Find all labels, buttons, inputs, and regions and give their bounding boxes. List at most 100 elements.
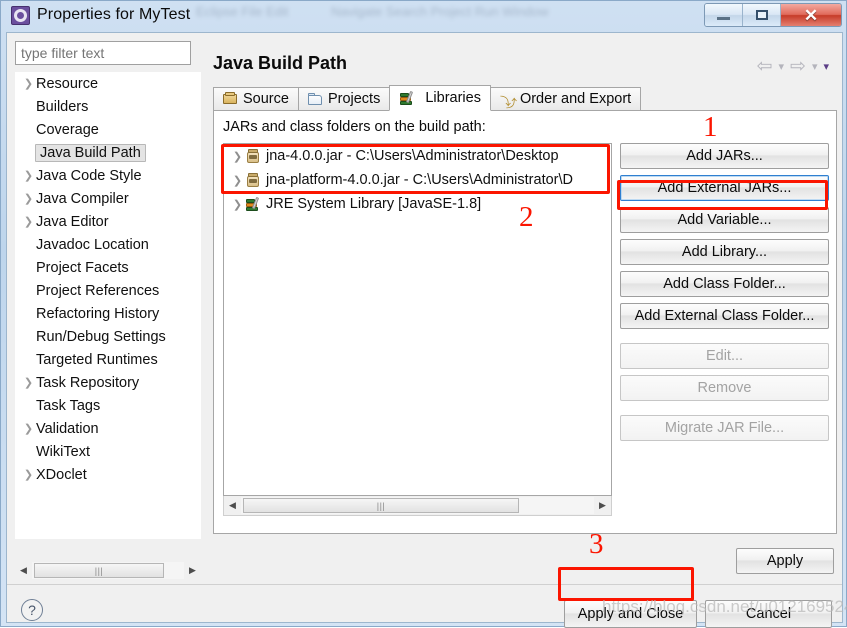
jars-horizontal-scrollbar[interactable]: ◀ ||| ▶ — [223, 496, 612, 516]
jars-list[interactable]: ❯ jna-4.0.0.jar - C:\Users\Administrator\… — [223, 143, 612, 496]
tab-projects[interactable]: Projects — [297, 87, 391, 111]
build-path-tabs: Source Projects Libraries ⤵ ⤴ Order and Expor… — [213, 85, 837, 111]
sidebar-item-task-tags[interactable]: Task Tags — [15, 394, 201, 417]
sidebar-item-targeted-runtimes[interactable]: Targeted Runtimes — [15, 348, 201, 371]
expand-arrow-icon[interactable]: ❯ — [21, 468, 36, 481]
sidebar-item-wikitext[interactable]: WikiText — [15, 440, 201, 463]
apply-button[interactable]: Apply — [736, 548, 834, 574]
sidebar-item-java-code-style[interactable]: ❯ Java Code Style — [15, 164, 201, 187]
tree-scroll-track[interactable]: ||| — [32, 562, 184, 579]
add-external-class-folder-button[interactable]: Add External Class Folder... — [620, 303, 829, 329]
sidebar-item-xdoclet[interactable]: ❯ XDoclet — [15, 463, 201, 486]
back-dropdown-icon[interactable]: ▾ — [778, 60, 784, 73]
expand-arrow-icon[interactable]: ❯ — [21, 192, 36, 205]
add-variable-button[interactable]: Add Variable... — [620, 207, 829, 233]
minimize-icon — [717, 17, 730, 20]
jars-scroll-left-arrow-icon[interactable]: ◀ — [224, 497, 241, 514]
filter-text-input[interactable] — [15, 41, 191, 65]
sidebar-item-run-debug-settings[interactable]: Run/Debug Settings — [15, 325, 201, 348]
sidebar-item-task-repository[interactable]: ❯ Task Repository — [15, 371, 201, 394]
add-class-folder-button[interactable]: Add Class Folder... — [620, 271, 829, 297]
back-arrow-icon[interactable]: ⇦ — [757, 55, 773, 78]
forward-dropdown-icon[interactable]: ▾ — [812, 60, 818, 73]
expand-arrow-icon[interactable]: ❯ — [21, 422, 36, 435]
jars-list-item[interactable]: ❯ jna-4.0.0.jar - C:\Users\Administrator\… — [224, 144, 611, 168]
maximize-restore-button[interactable] — [743, 4, 781, 26]
add-external-jars-button[interactable]: Add External JARs... — [620, 175, 829, 201]
sidebar-item-project-references[interactable]: Project References — [15, 279, 201, 302]
button-group-spacer — [620, 335, 829, 343]
close-button[interactable]: ✕ — [781, 4, 841, 26]
scroll-right-arrow-icon[interactable]: ▶ — [184, 562, 201, 579]
properties-window-icon — [11, 6, 30, 25]
tree-horizontal-scrollbar[interactable]: ◀ ||| ▶ — [15, 561, 201, 580]
tab-label: Source — [243, 91, 289, 107]
sidebar-item-java-editor[interactable]: ❯ Java Editor — [15, 210, 201, 233]
jars-scroll-track[interactable]: ||| — [241, 497, 594, 514]
grip-icon: ||| — [94, 565, 104, 576]
remove-button: Remove — [620, 375, 829, 401]
books-icon — [399, 90, 415, 106]
sidebar-item-javadoc-location[interactable]: Javadoc Location — [15, 233, 201, 256]
scroll-left-arrow-icon[interactable]: ◀ — [15, 562, 32, 579]
restore-icon — [755, 10, 768, 20]
expand-arrow-icon[interactable]: ❯ — [230, 174, 245, 187]
jars-scroll-right-arrow-icon[interactable]: ▶ — [594, 497, 611, 514]
forward-arrow-icon[interactable]: ⇨ — [790, 55, 806, 78]
sidebar-item-label: Java Code Style — [36, 167, 142, 184]
sidebar-item-java-compiler[interactable]: ❯ Java Compiler — [15, 187, 201, 210]
tab-label: Order and Export — [519, 91, 632, 107]
background-window-ghost-text-1: Eclipse File Edit — [196, 4, 289, 19]
sidebar-item-builders[interactable]: Builders — [15, 95, 201, 118]
minimize-button[interactable] — [705, 4, 743, 26]
tab-source[interactable]: Source — [213, 87, 299, 111]
libraries-action-buttons: Add JARs... Add External JARs... Add Varia… — [620, 143, 829, 447]
jars-list-item[interactable]: ❯ jna-platform-4.0.0.jar - C:\Users\Admin… — [224, 168, 611, 192]
jars-list-item-label: jna-platform-4.0.0.jar - C:\Users\Admini… — [266, 172, 573, 188]
cancel-button[interactable]: Cancel — [705, 600, 832, 628]
sidebar-item-java-build-path[interactable]: Java Build Path — [15, 141, 201, 164]
expand-arrow-icon[interactable]: ❯ — [21, 215, 36, 228]
add-library-button[interactable]: Add Library... — [620, 239, 829, 265]
sidebar-item-label: Resource — [36, 75, 99, 92]
jars-scroll-thumb[interactable]: ||| — [243, 498, 519, 513]
add-jars-button[interactable]: Add JARs... — [620, 143, 829, 169]
expand-arrow-icon[interactable]: ❯ — [230, 198, 245, 211]
expand-arrow-icon[interactable]: ❯ — [21, 77, 36, 90]
sidebar-item-label: Java Compiler — [36, 190, 129, 207]
migrate-jar-file-button: Migrate JAR File... — [620, 415, 829, 441]
settings-tree[interactable]: ❯ Resource Builders Coverage Java Build Path… — [15, 72, 201, 539]
expand-arrow-icon[interactable]: ❯ — [230, 150, 245, 163]
footer-divider — [7, 584, 842, 585]
tab-label: Libraries — [425, 90, 481, 106]
expand-arrow-icon[interactable]: ❯ — [21, 376, 36, 389]
close-icon: ✕ — [803, 5, 819, 25]
grip-icon: ||| — [376, 500, 386, 511]
sidebar-item-refactoring-history[interactable]: Refactoring History — [15, 302, 201, 325]
books-icon — [245, 196, 261, 212]
sidebar-item-label: Validation — [36, 420, 99, 437]
sidebar-item-label: Javadoc Location — [36, 236, 149, 253]
view-menu-dropdown-icon[interactable]: ▾ — [823, 60, 829, 73]
expand-arrow-icon[interactable]: ❯ — [21, 169, 36, 182]
settings-tree-pane: ❯ResourceBuildersCoverageJava Build Path… — [15, 41, 201, 568]
button-group-spacer — [620, 407, 829, 415]
folder-icon — [307, 92, 323, 106]
java-build-path-pane: Java Build Path ⇦ ▾ ⇨ ▾ ▾ Source Projects… — [207, 41, 837, 581]
jars-list-label: JARs and class folders on the build path… — [223, 119, 486, 135]
tab-libraries[interactable]: Libraries — [389, 85, 491, 111]
sidebar-item-coverage[interactable]: Coverage — [15, 118, 201, 141]
page-navigation-arrows: ⇦ ▾ ⇨ ▾ ▾ — [757, 55, 829, 78]
background-window-ghost-text-2: Navigate Search Project Run Window — [331, 4, 549, 19]
title-bar: Eclipse File Edit Navigate Search Projec… — [1, 1, 847, 32]
jars-list-item[interactable]: ❯ JRE System Library [JavaSE-1.8] — [224, 192, 611, 216]
tree-scroll-thumb[interactable]: ||| — [34, 563, 164, 578]
sidebar-item-resource[interactable]: ❯ Resource — [15, 72, 201, 95]
tab-order-and-export[interactable]: ⤵ ⤴ Order and Export — [489, 87, 642, 111]
sidebar-item-project-facets[interactable]: Project Facets — [15, 256, 201, 279]
sidebar-item-label: WikiText — [36, 443, 90, 460]
apply-and-close-button[interactable]: Apply and Close — [564, 600, 697, 628]
sidebar-item-label: Java Editor — [36, 213, 109, 230]
sidebar-item-validation[interactable]: ❯ Validation — [15, 417, 201, 440]
help-icon[interactable]: ? — [21, 599, 43, 621]
